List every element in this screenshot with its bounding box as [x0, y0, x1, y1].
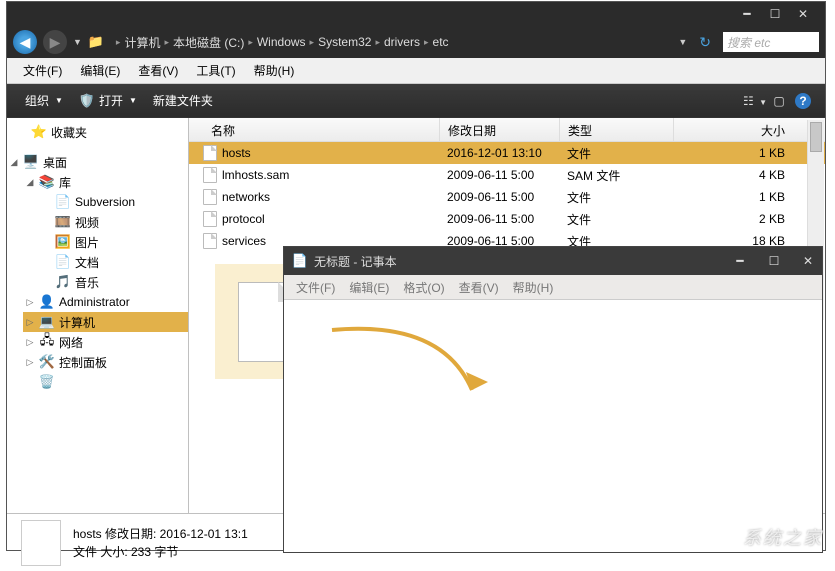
navbar: ◀ ▶ ▼ 📁 ▸计算机 ▸本地磁盘 (C:) ▸Windows ▸System… [7, 26, 825, 58]
folder-icon: 📁 [88, 34, 104, 50]
notepad-title: 无标题 - 记事本 [314, 253, 397, 270]
tree-admin[interactable]: ▷👤Administrator [23, 292, 188, 312]
menu-help[interactable]: 帮助(H) [248, 59, 301, 82]
np-menu-edit[interactable]: 编辑(E) [345, 277, 393, 298]
organize-button[interactable]: 组织▼ [17, 92, 71, 109]
tree-videos[interactable]: 🎞️视频 [39, 212, 188, 232]
refresh-button[interactable]: ↻ [699, 34, 711, 51]
np-minimize-button[interactable]: ━ [726, 254, 754, 268]
tree-subversion[interactable]: 📄Subversion [39, 192, 188, 212]
np-menu-file[interactable]: 文件(F) [292, 277, 339, 298]
minimize-button[interactable]: ━ [733, 7, 761, 21]
menubar: 文件(F) 编辑(E) 查看(V) 工具(T) 帮助(H) [7, 58, 825, 84]
tree-libraries[interactable]: ◢📚库 [23, 172, 188, 192]
file-row[interactable]: protocol 2009-06-11 5:00文件2 KB [189, 208, 825, 230]
np-maximize-button[interactable]: ☐ [760, 254, 788, 268]
history-dropdown[interactable]: ▼ [73, 37, 82, 47]
menu-edit[interactable]: 编辑(E) [74, 59, 126, 82]
notepad-icon: 📄 [292, 253, 308, 269]
crumb-etc[interactable]: etc [433, 35, 449, 49]
window-titlebar[interactable]: ━ ☐ ✕ [7, 2, 825, 26]
col-size[interactable]: 大小 [673, 118, 825, 141]
np-menu-help[interactable]: 帮助(H) [509, 277, 558, 298]
tree-desktop[interactable]: ◢🖥️桌面 [7, 152, 188, 172]
newfolder-button[interactable]: 新建文件夹 [145, 92, 221, 109]
column-headers[interactable]: 名称 修改日期 类型 大小 [189, 118, 825, 142]
forward-button[interactable]: ▶ [43, 30, 67, 54]
file-icon [203, 167, 217, 183]
tree-network[interactable]: ▷🖧网络 [23, 332, 188, 352]
notepad-titlebar[interactable]: 📄 无标题 - 记事本 ━ ☐ ✕ [284, 247, 822, 275]
menu-tools[interactable]: 工具(T) [190, 59, 241, 82]
tree-recycle[interactable]: 🗑️ [23, 372, 188, 392]
menu-file[interactable]: 文件(F) [17, 59, 68, 82]
file-row[interactable]: networks 2009-06-11 5:00文件1 KB [189, 186, 825, 208]
crumb-system32[interactable]: System32 [318, 35, 371, 49]
help-button[interactable]: ? [791, 93, 815, 109]
tree-pictures[interactable]: 🖼️图片 [39, 232, 188, 252]
menu-view[interactable]: 查看(V) [132, 59, 184, 82]
crumb-drivers[interactable]: drivers [384, 35, 420, 49]
tree-music[interactable]: 🎵音乐 [39, 272, 188, 292]
tree-controlpanel[interactable]: ▷🛠️控制面板 [23, 352, 188, 372]
col-name[interactable]: 名称 [189, 118, 439, 141]
file-icon [203, 189, 217, 205]
tree-documents[interactable]: 📄文档 [39, 252, 188, 272]
file-icon [203, 233, 217, 249]
toolbar: 组织▼ 🛡️打开▼ 新建文件夹 ☷ ▼ ▢ ? [7, 84, 825, 118]
tree-computer[interactable]: ▷💻计算机 [23, 312, 188, 332]
file-icon [203, 211, 217, 227]
notepad-textarea[interactable] [284, 299, 822, 552]
breadcrumb-dropdown[interactable]: ▼ [678, 37, 687, 47]
status-thumb-icon [21, 520, 61, 566]
maximize-button[interactable]: ☐ [761, 7, 789, 21]
preview-pane-button[interactable]: ▢ [767, 94, 791, 108]
status-line1: hosts 修改日期: 2016-12-01 13:1 [73, 525, 248, 543]
notepad-window: 📄 无标题 - 记事本 ━ ☐ ✕ 文件(F) 编辑(E) 格式(O) 查看(V… [283, 246, 823, 553]
back-button[interactable]: ◀ [13, 30, 37, 54]
crumb-computer[interactable]: 计算机 [124, 34, 160, 51]
np-close-button[interactable]: ✕ [794, 254, 822, 268]
tree-favorites[interactable]: ⭐收藏夹 [7, 122, 188, 142]
file-row-hosts[interactable]: hosts 2016-12-01 13:10文件1 KB [189, 142, 825, 164]
breadcrumb[interactable]: ▸计算机 ▸本地磁盘 (C:) ▸Windows ▸System32 ▸driv… [110, 31, 672, 53]
np-menu-format[interactable]: 格式(O) [399, 277, 448, 298]
sidebar: ⭐收藏夹 ◢🖥️桌面 ◢📚库 📄Subversion 🎞️视频 🖼️图片 📄文档… [7, 118, 189, 513]
crumb-windows[interactable]: Windows [257, 35, 306, 49]
open-button[interactable]: 🛡️打开▼ [71, 92, 145, 109]
view-mode-button[interactable]: ☷ ▼ [743, 94, 767, 108]
search-input[interactable]: 搜索 etc [723, 32, 819, 52]
col-date[interactable]: 修改日期 [439, 118, 559, 141]
file-icon [203, 145, 217, 161]
notepad-menubar: 文件(F) 编辑(E) 格式(O) 查看(V) 帮助(H) [284, 275, 822, 299]
crumb-drive[interactable]: 本地磁盘 (C:) [173, 34, 244, 51]
col-type[interactable]: 类型 [559, 118, 673, 141]
file-row[interactable]: lmhosts.sam 2009-06-11 5:00SAM 文件4 KB [189, 164, 825, 186]
np-menu-view[interactable]: 查看(V) [455, 277, 503, 298]
watermark: 系统之家 [743, 524, 823, 550]
close-button[interactable]: ✕ [789, 7, 817, 21]
